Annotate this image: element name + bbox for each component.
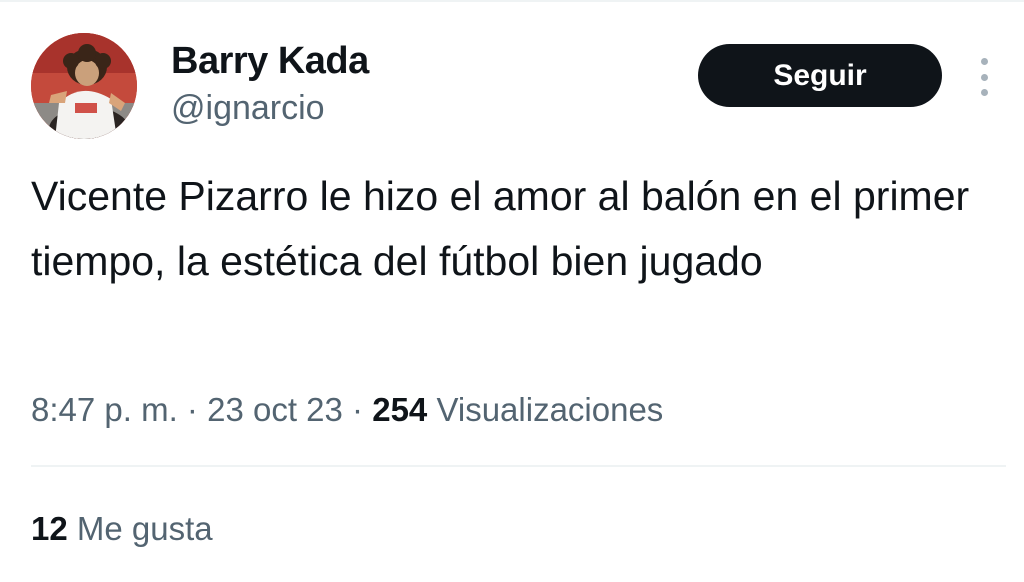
likes-count: 12 [31,510,68,547]
tweet-time[interactable]: 8:47 p. m. [31,391,178,428]
avatar-image [31,33,137,139]
avatar[interactable] [31,33,137,139]
meta-separator: · [186,391,198,428]
top-divider [0,0,1024,2]
more-options-button[interactable] [968,56,1000,98]
views-label: Visualizaciones [436,391,664,428]
views-count: 254 [372,391,428,428]
meta-separator: · [352,391,364,428]
follow-button[interactable]: Seguir [698,44,942,107]
tweet-date[interactable]: 23 oct 23 [207,391,343,428]
likes-link[interactable]: 12 Me gusta [31,503,213,555]
author-handle[interactable]: @ignarcio [171,85,325,131]
more-vertical-icon-dot [980,73,988,81]
more-vertical-icon-dot [980,89,988,96]
likes-label: Me gusta [76,510,213,547]
engagement-divider [31,465,1006,467]
more-vertical-icon [980,58,988,65]
tweet-text: Vicente Pizarro le hizo el amor al balón… [31,173,970,284]
tweet-meta: 8:47 p. m. · 23 oct 23 · 254 Visualizaci… [31,384,663,436]
author-display-name[interactable]: Barry Kada [171,38,369,84]
